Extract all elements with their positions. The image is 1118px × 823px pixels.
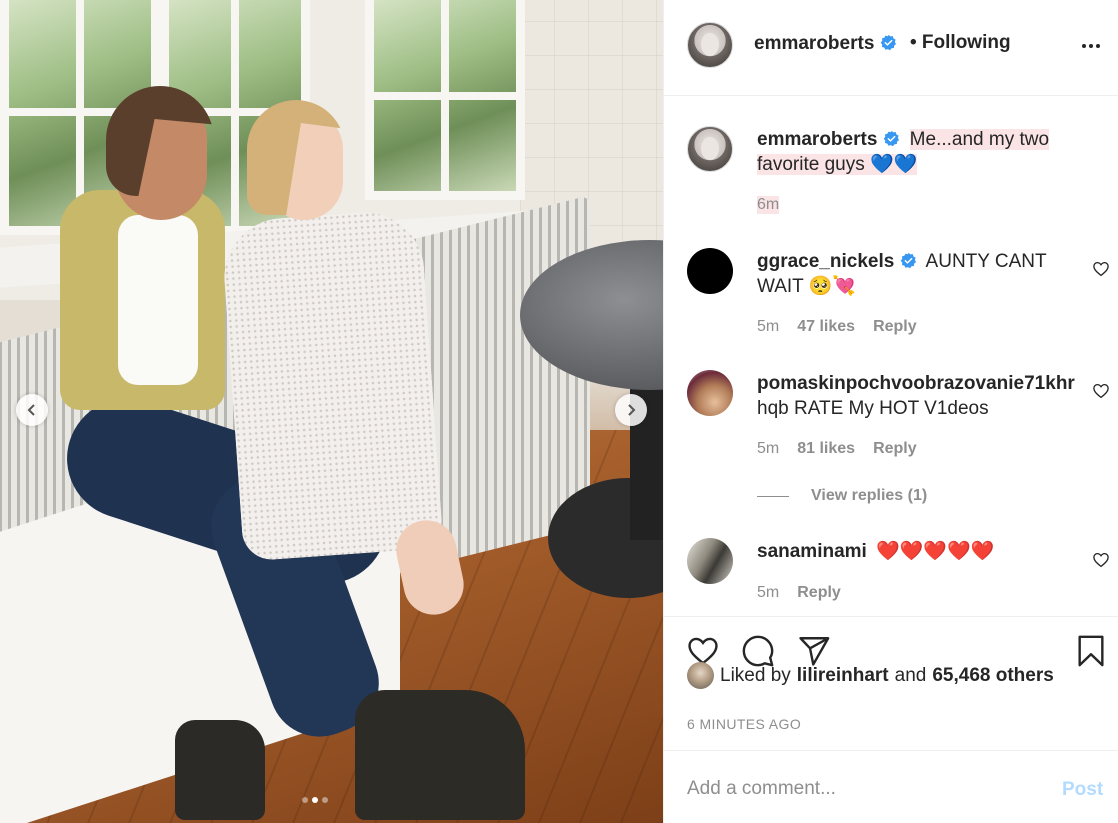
reply-button[interactable]: Reply <box>873 318 917 336</box>
avatar[interactable] <box>687 248 733 294</box>
heart-icon[interactable] <box>1092 382 1110 400</box>
verified-badge-icon <box>901 252 917 269</box>
comment-text-block: pomaskinpochvoobrazovanie71khr hqb RATE … <box>757 371 1087 421</box>
reply-button[interactable]: Reply <box>797 584 841 602</box>
carousel-dot <box>302 797 308 803</box>
comment-username[interactable]: pomaskinpochvoobrazovanie71khr <box>757 373 1075 394</box>
view-replies-label[interactable]: View replies (1) <box>811 487 927 505</box>
following-button[interactable]: • Following <box>910 32 1011 54</box>
chevron-right-icon <box>628 404 636 416</box>
caption-meta: 6m <box>757 196 780 214</box>
photo-boot-right <box>355 690 525 820</box>
carousel-dot <box>322 797 328 803</box>
photo-woman-dress <box>220 208 444 562</box>
comment-meta: 5m 81 likes Reply <box>757 440 917 458</box>
more-options-icon[interactable] <box>1082 36 1106 56</box>
comment-time[interactable]: 5m <box>757 318 779 336</box>
comment-meta: 5m 47 likes Reply <box>757 318 917 336</box>
comment-input[interactable] <box>687 773 1027 805</box>
verified-badge-icon <box>884 130 900 147</box>
comment-likes[interactable]: 47 likes <box>797 318 855 336</box>
comment-text: hqb RATE My HOT V1deos <box>757 398 989 419</box>
comment-text-block: sanaminami ❤️❤️❤️❤️❤️ <box>757 539 1087 564</box>
add-comment-bar: Post <box>664 750 1118 823</box>
comment-time[interactable]: 5m <box>757 584 779 602</box>
caption-time[interactable]: 6m <box>757 196 780 214</box>
photo-boot-left <box>175 720 265 820</box>
comment-text-block: ggrace_nickels AUNTY CANT WAIT 🥺💘 <box>757 249 1087 299</box>
comment-text: ❤️❤️❤️❤️❤️ <box>876 541 995 562</box>
post-panel: emmaroberts • Following emmaroberts Me..… <box>663 0 1118 823</box>
comment-username[interactable]: sanaminami <box>757 541 867 562</box>
carousel-next-button[interactable] <box>615 394 647 426</box>
avatar[interactable] <box>687 662 714 689</box>
heart-icon[interactable] <box>1092 260 1110 278</box>
caption-username[interactable]: emmaroberts <box>757 129 900 150</box>
verified-badge-icon <box>881 34 897 51</box>
post-timestamp[interactable]: 6 MINUTES AGO <box>687 716 801 732</box>
comment-likes[interactable]: 81 likes <box>797 440 855 458</box>
bookmark-icon[interactable] <box>1074 634 1108 668</box>
avatar[interactable] <box>687 126 733 172</box>
carousel-dots <box>302 797 328 803</box>
comment-meta: 5m Reply <box>757 584 841 602</box>
header-username-text[interactable]: emmaroberts <box>754 33 874 54</box>
likes-others-link[interactable]: 65,468 others <box>932 665 1053 687</box>
comment-username[interactable]: ggrace_nickels <box>757 251 917 272</box>
carousel-prev-button[interactable] <box>16 394 48 426</box>
post-header: emmaroberts • Following <box>664 0 1118 96</box>
post-photo[interactable] <box>0 0 663 823</box>
photo-man-shirt <box>118 215 198 385</box>
view-replies-line <box>757 495 789 497</box>
comment-time[interactable]: 5m <box>757 440 779 458</box>
post-comment-button[interactable]: Post <box>1062 779 1103 801</box>
carousel-dot <box>312 797 318 803</box>
heart-icon[interactable] <box>1092 551 1110 569</box>
caption-text-block: emmaroberts Me...and my two favorite guy… <box>757 127 1087 177</box>
likes-summary: Liked by lilireinhart and 65,468 others <box>687 662 1054 689</box>
likes-prefix: Liked by <box>720 664 791 686</box>
header-username[interactable]: emmaroberts <box>754 33 897 55</box>
photo-window-right <box>365 0 525 200</box>
reply-button[interactable]: Reply <box>873 440 917 458</box>
view-replies-button[interactable]: View replies (1) <box>757 487 927 505</box>
likes-joiner: and <box>894 664 927 686</box>
avatar[interactable] <box>687 370 733 416</box>
likes-user-link[interactable]: lilireinhart <box>797 665 889 687</box>
avatar[interactable] <box>687 22 733 68</box>
avatar[interactable] <box>687 538 733 584</box>
chevron-left-icon <box>27 404 35 416</box>
